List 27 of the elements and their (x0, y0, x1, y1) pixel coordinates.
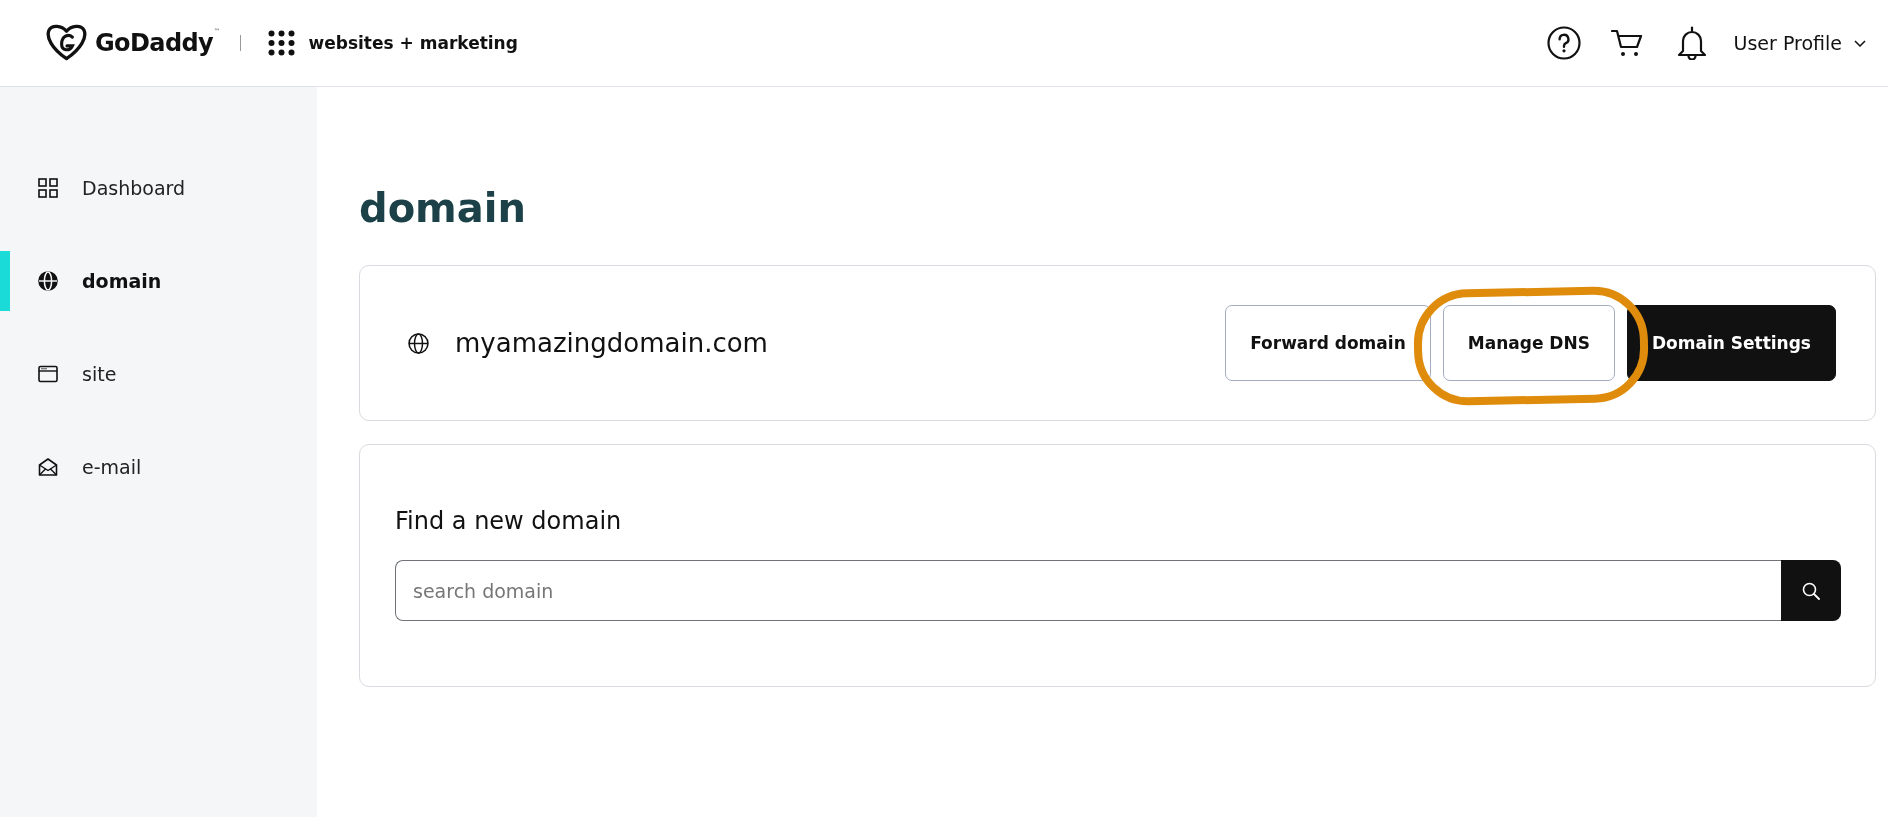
search-button[interactable] (1781, 560, 1841, 621)
globe-icon (408, 332, 429, 354)
page-title: domain (359, 184, 526, 232)
sidebar-item[interactable]: Dashboard (0, 158, 317, 218)
logo-text: GoDaddy$^{™}$ (95, 29, 220, 57)
domain-name: myamazingdomain.com (455, 328, 768, 358)
action-button[interactable]: Manage DNS (1442, 305, 1615, 381)
logo-icon (46, 24, 87, 62)
sidebar-item[interactable]: site (0, 344, 317, 404)
search-field[interactable]: search domain (395, 560, 1781, 621)
cart-icon[interactable] (1610, 29, 1643, 57)
browser-window-icon (38, 364, 58, 384)
sidebar-item[interactable]: e-mail (0, 437, 317, 497)
chevron-down-icon (1854, 39, 1866, 47)
user-profile-menu[interactable]: User Profile (1733, 32, 1866, 54)
globe-icon (38, 271, 58, 291)
bell-icon[interactable] (1676, 26, 1707, 60)
envelope-icon (38, 457, 58, 477)
sidebar-item[interactable]: domain (0, 251, 317, 311)
action-button[interactable]: Domain Settings (1626, 305, 1836, 381)
dots-grid-icon[interactable] (267, 30, 295, 56)
product-name: websites + marketing (308, 33, 518, 53)
search-icon (1802, 581, 1820, 600)
help-icon[interactable] (1546, 26, 1581, 60)
action-button[interactable]: Forward domain (1225, 305, 1431, 381)
search-card-title: Find a new domain (395, 506, 622, 536)
dashboard-grid-icon (38, 178, 58, 198)
